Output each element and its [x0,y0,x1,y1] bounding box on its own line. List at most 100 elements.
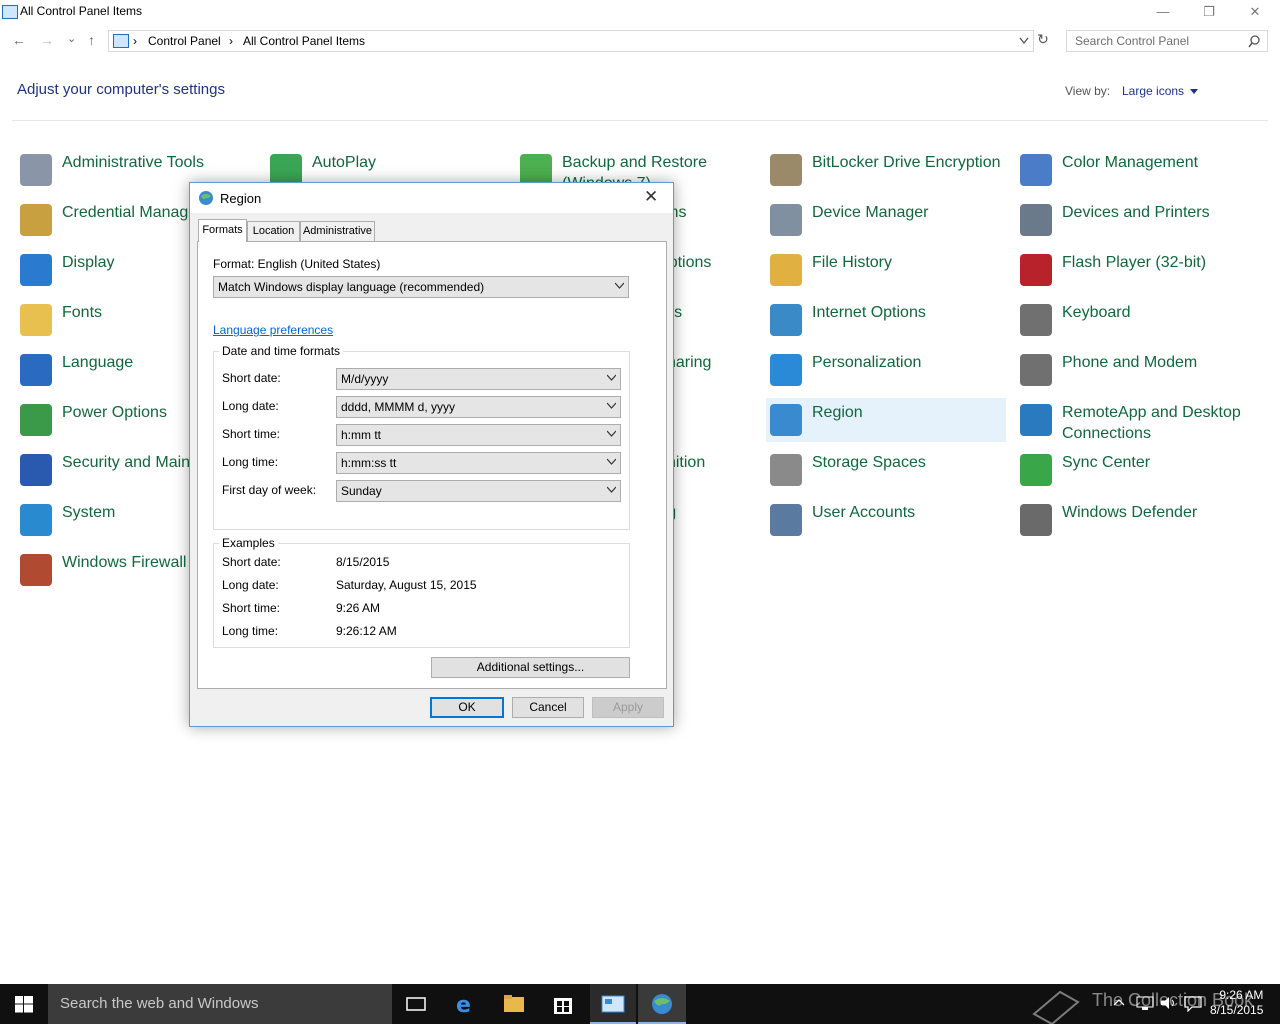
cp-item[interactable]: BitLocker Drive Encryption [766,148,1006,192]
cp-item-label: User Accounts [812,504,916,521]
cp-item[interactable]: Phone and Modem [1016,348,1256,392]
field-value: h:mm:ss tt [341,456,397,470]
cp-item-label: Sync Center [1062,454,1151,471]
cp-item-icon [20,304,52,336]
format-select[interactable]: Match Windows display language (recommen… [213,276,629,298]
additional-settings-button[interactable]: Additional settings... [431,657,630,678]
edge-browser-icon[interactable]: e [454,992,478,1016]
taskbar-clock[interactable]: 9:26 AM 8/15/2015 [1210,988,1263,1018]
clock-date: 8/15/2015 [1210,1003,1264,1017]
cp-item-label: Internet Options [812,304,926,321]
date-time-formats-group: Date and time formats Short date: M/d/yyy… [213,344,630,530]
cp-item[interactable]: Storage Spaces [766,448,1006,492]
cp-item-icon [770,454,802,486]
ok-button[interactable]: OK [430,697,504,718]
dialog-close-button[interactable]: ✕ [644,187,658,207]
apply-button[interactable]: Apply [592,697,664,718]
field-value: M/d/yyyy [341,372,389,386]
field-label: Long date: [222,399,279,413]
dialog-title-bar: Region ✕ [190,183,673,213]
volume-icon[interactable] [1160,996,1178,1010]
cp-item[interactable]: Flash Player (32-bit) [1016,248,1256,292]
action-center-icon[interactable] [1184,996,1202,1012]
tab-formats[interactable]: Formats [198,219,247,242]
cp-item-icon [20,504,52,536]
cp-item[interactable]: Device Manager [766,198,1006,242]
cp-item-icon [1020,154,1052,186]
cp-item-icon [20,554,52,586]
file-explorer-icon[interactable] [502,992,526,1016]
cancel-button[interactable]: Cancel [512,697,584,718]
cp-item-icon [770,254,802,286]
globe-icon [199,191,213,205]
cp-item-label: Windows Defender [1062,504,1198,521]
chevron-down-icon [607,402,616,409]
taskbar-region-button[interactable] [638,984,686,1024]
chevron-down-icon [615,282,624,289]
field-select[interactable]: Sunday [336,480,621,502]
field-select[interactable]: h:mm tt [336,424,621,446]
cp-item[interactable]: Personalization [766,348,1006,392]
taskbar-control-panel-button[interactable] [590,984,636,1024]
cp-item-label: Phone and Modem [1062,354,1198,371]
field-select[interactable]: M/d/yyyy [336,368,621,390]
chevron-down-icon [607,486,616,493]
cp-item[interactable]: Devices and Printers [1016,198,1256,242]
cp-item[interactable]: RemoteApp and Desktop Connections [1016,398,1256,442]
cp-item[interactable]: Region [766,398,1006,442]
cp-item-label: Devices and Printers [1062,204,1210,221]
globe-icon [652,994,672,1014]
cp-item-label: Keyboard [1062,304,1131,321]
cp-item[interactable]: Sync Center [1016,448,1256,492]
tab-administrative[interactable]: Administrative [300,221,375,241]
taskbar-search-box[interactable]: Search the web and Windows [48,984,392,1024]
task-view-icon[interactable] [404,992,428,1016]
cp-item-icon [20,354,52,386]
cp-item-label: BitLocker Drive Encryption [812,154,1001,171]
network-icon[interactable] [1136,996,1154,1010]
language-preferences-link[interactable]: Language preferences [213,323,333,337]
field-value: h:mm tt [341,428,382,442]
windows-start-icon[interactable] [15,996,33,1013]
cp-item-icon [770,204,802,236]
cp-item-label: RemoteApp and Desktop Connections [1062,404,1241,442]
example-label: Short date: [222,555,281,569]
field-label: Short date: [222,371,281,385]
format-value: Match Windows display language (recommen… [218,280,485,294]
cp-item-icon [20,204,52,236]
field-select[interactable]: dddd, MMMM d, yyyy [336,396,621,418]
cp-item[interactable]: File History [766,248,1006,292]
book-watermark-icon [1032,990,1080,1024]
example-value: 8/15/2015 [336,555,390,569]
field-label: Long time: [222,455,279,469]
cp-item[interactable]: Internet Options [766,298,1006,342]
control-panel-icon [601,995,625,1013]
cp-item-icon [1020,304,1052,336]
cp-item[interactable]: Windows Defender [1016,498,1256,542]
cp-item-icon [1020,354,1052,386]
cp-item-icon [1020,504,1052,536]
cp-item-icon [1020,454,1052,486]
cp-item-icon [1020,254,1052,286]
chevron-down-icon [607,374,616,381]
group-caption: Date and time formats [219,344,344,358]
tab-location[interactable]: Location [247,221,300,241]
cp-item-icon [770,354,802,386]
cp-item-label: Administrative Tools [62,154,204,171]
cp-item[interactable]: Color Management [1016,148,1256,192]
store-icon[interactable] [551,992,575,1016]
cp-item-label: Personalization [812,354,922,371]
cp-item-icon [20,404,52,436]
cp-item[interactable]: User Accounts [766,498,1006,542]
field-select[interactable]: h:mm:ss tt [336,452,621,474]
cp-item-icon [1020,404,1052,436]
cp-item-icon [770,404,802,436]
cp-item[interactable]: Keyboard [1016,298,1256,342]
cp-item-icon [1020,204,1052,236]
example-value: 9:26:12 AM [336,624,397,638]
chevron-up-icon[interactable] [1113,998,1125,1006]
dialog-title: Region [220,191,262,206]
field-label: First day of week: [222,483,317,497]
cp-item-label: Color Management [1062,154,1199,171]
group-caption: Examples [219,536,278,550]
